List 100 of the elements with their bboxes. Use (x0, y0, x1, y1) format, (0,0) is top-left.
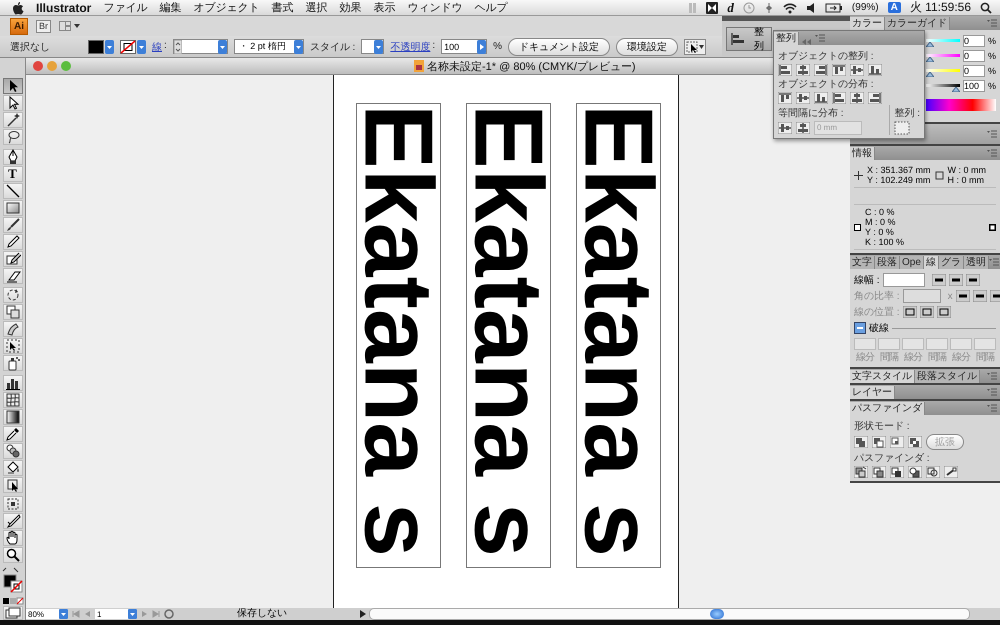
panel-tab[interactable]: 線 (924, 256, 939, 269)
tool-button[interactable] (2, 234, 22, 250)
panel-icon-button[interactable] (972, 290, 987, 302)
panel-tab[interactable]: グラ (938, 256, 964, 269)
panel-tab[interactable]: 透明 (964, 256, 989, 269)
panel-icon-button[interactable] (832, 64, 846, 76)
tool-button[interactable] (2, 355, 22, 371)
value-field[interactable]: 0 (962, 34, 985, 46)
app-menu[interactable]: Illustrator (36, 0, 92, 14)
panel-icon-button[interactable] (908, 466, 922, 478)
panel-icon-button[interactable] (778, 92, 792, 104)
settings-button[interactable]: ドキュメント設定 (508, 38, 610, 56)
tool-button[interactable] (2, 496, 22, 512)
stroke-swatch[interactable] (120, 40, 146, 54)
panel-tab[interactable]: 文字スタイル (850, 370, 915, 383)
stroke-weight-field[interactable] (882, 273, 925, 287)
stroke-link[interactable]: 線 (152, 40, 162, 54)
panel-icon-button[interactable] (932, 274, 946, 286)
tool-button[interactable] (2, 442, 22, 458)
panel-icon-button[interactable] (902, 306, 917, 318)
bridge-button[interactable]: Br (36, 20, 51, 32)
align-panel-button[interactable]: 整列 (726, 27, 772, 51)
page-field[interactable]: 1 (95, 609, 137, 619)
tool-button[interactable] (2, 338, 22, 354)
menu-item[interactable]: オブジェクト (193, 0, 260, 15)
panel-icon-button[interactable] (796, 122, 810, 134)
dash-field[interactable] (974, 338, 996, 350)
panel-icon-button[interactable] (868, 92, 882, 104)
tool-button[interactable] (2, 148, 22, 164)
panel-icon-button[interactable] (796, 92, 810, 104)
horizontal-scrollbar[interactable] (369, 608, 970, 620)
dash-field[interactable] (878, 338, 900, 350)
panel-icon-button[interactable] (778, 64, 792, 76)
menu-clock[interactable]: 火 11:59:56 (910, 0, 971, 16)
tool-button[interactable] (2, 287, 22, 303)
tool-button[interactable] (2, 374, 22, 390)
panel-icon-button[interactable] (832, 92, 846, 104)
menu-item[interactable]: 選択 (305, 0, 328, 15)
dash-field[interactable] (902, 338, 924, 350)
align-to-button[interactable] (894, 121, 910, 135)
tool-button[interactable] (2, 426, 22, 442)
tool-button[interactable] (2, 530, 22, 546)
menu-item[interactable]: 書式 (271, 0, 294, 15)
settings-button[interactable]: 環境設定 (616, 38, 678, 56)
panel-tab[interactable]: Ope (900, 256, 924, 269)
tool-button[interactable] (2, 129, 22, 145)
tool-button[interactable] (2, 304, 22, 320)
panel-icon-button[interactable] (850, 92, 864, 104)
input-method-badge[interactable]: A (888, 2, 901, 13)
panel-icon-button[interactable] (920, 306, 934, 318)
tool-button[interactable] (2, 78, 22, 94)
tool-button[interactable] (2, 95, 22, 111)
panel-tab[interactable]: 段落 (875, 256, 900, 269)
panel-tab[interactable]: レイヤー (850, 386, 895, 399)
panel-icon-button[interactable] (990, 290, 1000, 302)
tool-button[interactable] (2, 547, 22, 563)
dash-field[interactable] (854, 338, 876, 350)
panel-icon-button[interactable] (850, 64, 864, 76)
tool-button[interactable] (2, 392, 22, 408)
panel-tab[interactable]: カラーガイド (885, 17, 950, 30)
panel-tab[interactable]: 文字 (850, 256, 875, 269)
opacity-link[interactable]: 不透明度 (390, 40, 430, 54)
tool-button[interactable] (2, 460, 22, 476)
isolate-button[interactable] (684, 38, 706, 54)
panel-icon-button[interactable] (814, 92, 828, 104)
menu-extra[interactable]: d (727, 0, 734, 16)
panel-icon-button[interactable] (868, 64, 882, 76)
tool-button[interactable]: T (2, 166, 22, 182)
dashed-line-toggle[interactable] (854, 322, 866, 334)
menu-item[interactable]: ウィンドウ (407, 0, 462, 15)
arrange-documents-button[interactable] (59, 21, 80, 31)
value-field[interactable]: 100 (962, 80, 985, 92)
panel-icon-button[interactable] (796, 64, 810, 76)
style-field[interactable] (361, 39, 384, 54)
dash-field[interactable] (926, 338, 948, 350)
panel-icon-button[interactable] (908, 436, 922, 448)
tool-button[interactable] (2, 112, 22, 128)
zoom-field[interactable]: 80% (26, 609, 68, 619)
panel-icon-button[interactable] (778, 122, 792, 134)
screen-mode-button[interactable] (2, 606, 22, 620)
tool-button[interactable] (2, 200, 22, 216)
menu-item[interactable]: 効果 (339, 0, 362, 15)
tool-button[interactable] (2, 476, 22, 492)
panel-icon-button[interactable] (814, 64, 828, 76)
miter-field[interactable] (902, 289, 941, 303)
tool-button[interactable] (2, 321, 22, 337)
panel-icon-button[interactable] (872, 436, 886, 448)
tool-button[interactable] (2, 250, 22, 266)
tool-button[interactable] (2, 408, 22, 424)
panel-icon-button[interactable] (890, 466, 904, 478)
tool-button[interactable] (2, 268, 22, 284)
menu-item[interactable]: 編集 (159, 0, 182, 15)
panel-icon-button[interactable] (872, 466, 886, 478)
brush-definition-field[interactable]: ・ 2 pt 楕円 (234, 39, 304, 54)
panel-tab[interactable]: 情報 (850, 147, 875, 160)
panel-icon-button[interactable] (926, 466, 940, 478)
panel-icon-button[interactable] (854, 466, 868, 478)
fill-swatch[interactable] (88, 40, 114, 54)
tool-button[interactable] (2, 513, 22, 529)
color-spectrum[interactable] (926, 99, 996, 111)
